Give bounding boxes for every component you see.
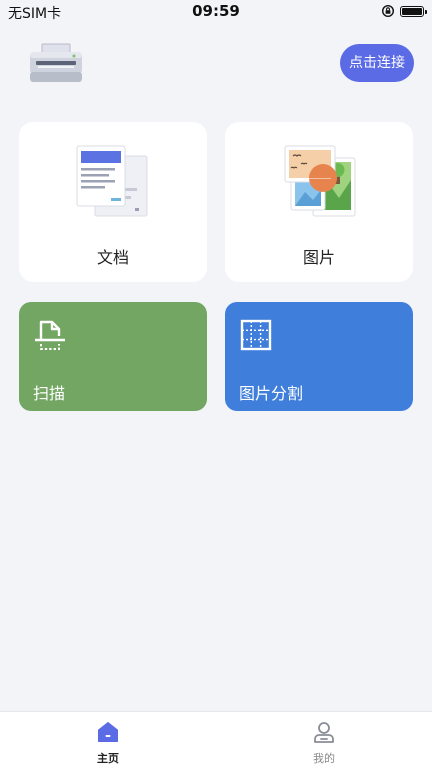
scan-tile-label: 扫描 bbox=[33, 384, 66, 403]
tab-mine[interactable]: 我的 bbox=[294, 720, 354, 766]
picture-card[interactable]: 图片 bbox=[225, 122, 413, 282]
user-icon bbox=[314, 722, 334, 743]
orientation-lock-icon bbox=[381, 4, 395, 18]
picture-icon bbox=[284, 145, 356, 217]
status-indicators bbox=[381, 4, 427, 18]
app-screen: 无SIM卡 09:59 点击连接 文档 图片 扫描 图片分割 主页 我的 bbox=[0, 0, 432, 768]
document-card[interactable]: 文档 bbox=[19, 122, 207, 282]
document-icon bbox=[76, 145, 148, 217]
home-icon bbox=[98, 722, 118, 742]
tab-home-label: 主页 bbox=[97, 752, 119, 765]
bottom-tab-bar: 主页 我的 bbox=[0, 711, 432, 768]
document-card-label: 文档 bbox=[96, 248, 129, 267]
printer-icon bbox=[30, 43, 82, 82]
picture-card-label: 图片 bbox=[302, 248, 335, 267]
tab-home[interactable]: 主页 bbox=[78, 720, 138, 766]
scan-icon bbox=[35, 320, 65, 350]
picture-split-tile[interactable]: 图片分割 bbox=[225, 302, 413, 411]
connect-button[interactable]: 点击连接 bbox=[340, 44, 414, 82]
battery-icon bbox=[400, 5, 427, 17]
tab-mine-label: 我的 bbox=[313, 752, 335, 765]
picture-split-tile-label: 图片分割 bbox=[239, 384, 304, 403]
grid-split-icon bbox=[240, 319, 272, 351]
status-bar: 无SIM卡 09:59 bbox=[0, 0, 432, 24]
scan-tile[interactable]: 扫描 bbox=[19, 302, 207, 411]
clock-time: 09:59 bbox=[192, 2, 240, 20]
